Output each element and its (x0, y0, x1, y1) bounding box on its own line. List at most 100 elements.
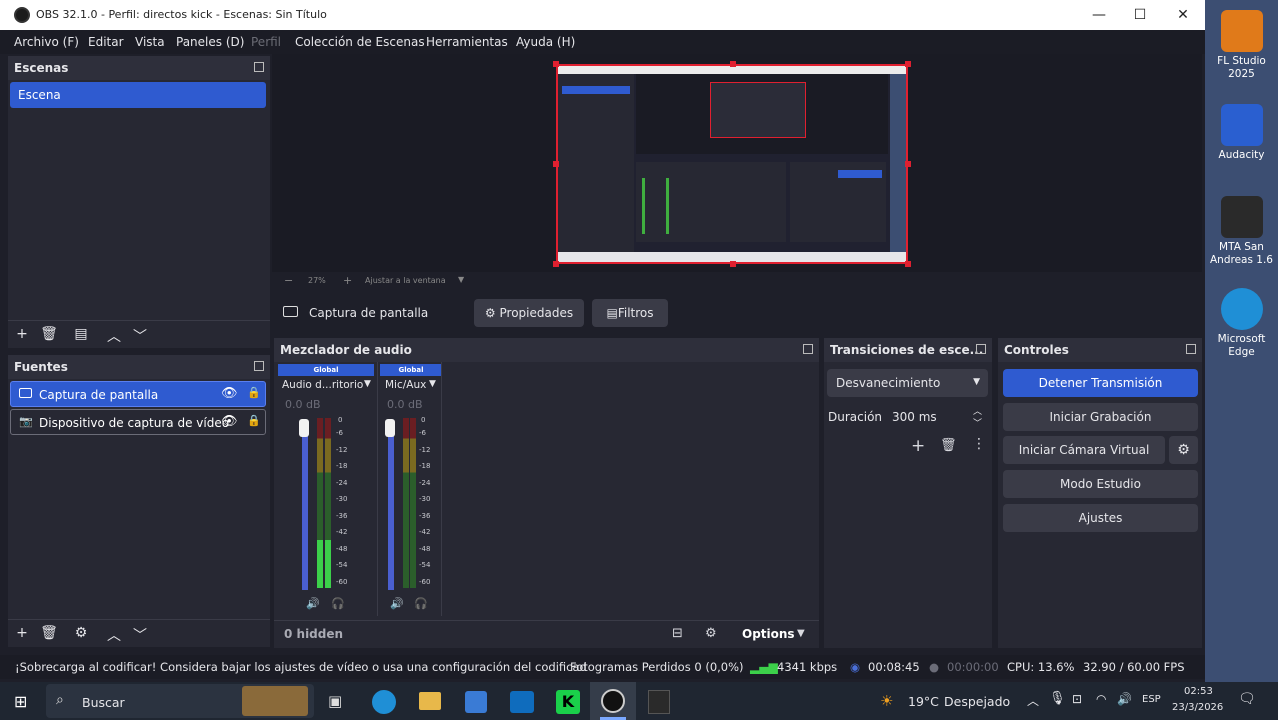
minimize-button[interactable]: — (1077, 0, 1121, 30)
windows-start-icon[interactable]: ⊞ (14, 692, 27, 711)
lock-icon[interactable]: 🔒 (247, 414, 261, 427)
menu-file[interactable]: Archivo (F) (14, 35, 79, 49)
weather-desc[interactable]: Despejado (944, 694, 1010, 709)
notifications-icon[interactable]: 🗨 (1238, 691, 1256, 707)
desktop-icon-edge[interactable]: Microsoft Edge (1205, 288, 1278, 359)
add-transition-icon[interactable]: + (911, 436, 925, 456)
volume-slider-track[interactable] (302, 430, 308, 590)
filters-scene-icon[interactable]: ▤ (72, 326, 90, 342)
properties-button[interactable]: ⚙ Propiedades (474, 299, 584, 327)
volume-icon[interactable]: 🔊 (1117, 692, 1132, 706)
add-source-icon[interactable]: + (13, 625, 31, 641)
desktop-icon-fl-studio[interactable]: FL Studio 2025 (1205, 10, 1278, 81)
add-scene-icon[interactable]: + (13, 326, 31, 342)
resize-handle[interactable] (905, 161, 911, 167)
menu-help[interactable]: Ayuda (H) (516, 35, 575, 49)
outlook-icon[interactable] (510, 691, 534, 713)
move-down-icon[interactable]: ﹀ (131, 326, 149, 346)
source-item-video-capture[interactable]: 📷 Dispositivo de captura de vídeo 👁 🔒 (10, 409, 266, 435)
menu-edit[interactable]: Editar (88, 35, 124, 49)
move-up-icon[interactable]: ︿ (105, 625, 123, 645)
layout-toggle-icon[interactable]: ⊟ (672, 626, 683, 641)
language-indicator[interactable]: ESP (1142, 694, 1161, 705)
channel-name[interactable]: Mic/Aux (385, 379, 426, 391)
menu-docks[interactable]: Paneles (D) (176, 35, 244, 49)
transition-select[interactable]: Desvanecimiento ▼ (827, 369, 988, 397)
scene-item[interactable]: Escena (10, 82, 266, 108)
lock-icon[interactable]: 🔒 (247, 386, 261, 399)
filters-button[interactable]: ▤Filtros (592, 299, 668, 327)
menu-profile[interactable]: Perfil (251, 35, 281, 49)
speaker-icon[interactable]: 🔊 (390, 597, 404, 610)
channel-name[interactable]: Audio d...ritorio (282, 379, 363, 391)
studio-mode-button[interactable]: Modo Estudio (1003, 470, 1198, 498)
stop-streaming-button[interactable]: Detener Transmisión (1003, 369, 1198, 397)
undock-icon[interactable] (254, 361, 264, 371)
undock-icon[interactable] (803, 344, 813, 354)
eye-icon[interactable]: 👁 (221, 386, 238, 401)
source-item-screen-capture[interactable]: Captura de pantalla 👁 🔒 (10, 381, 266, 407)
duration-input[interactable]: 300 ms ︿ ﹀ (884, 404, 988, 430)
menu-view[interactable]: Vista (135, 35, 165, 49)
maximize-button[interactable]: ☐ (1118, 0, 1162, 30)
stepper-down-icon[interactable]: ﹀ (973, 416, 982, 429)
task-view-icon[interactable]: ▣ (328, 692, 342, 710)
move-down-icon[interactable]: ﹀ (131, 625, 149, 645)
resize-handle[interactable] (905, 261, 911, 267)
fit-to-window[interactable]: Ajustar a la ventana (365, 276, 446, 285)
hidden-count[interactable]: 0 hidden (284, 627, 343, 641)
remove-source-icon[interactable]: 🗑 (40, 625, 58, 641)
kick-icon[interactable]: K (556, 690, 580, 714)
undock-icon[interactable] (254, 62, 264, 72)
undock-icon[interactable] (1186, 344, 1196, 354)
remove-transition-icon[interactable]: 🗑 (940, 438, 957, 453)
zoom-in-icon[interactable]: + (343, 274, 352, 287)
headphones-icon[interactable]: 🎧 (331, 597, 345, 610)
resize-handle[interactable] (730, 61, 736, 67)
tray-overflow-icon[interactable]: ︿ (1027, 692, 1039, 709)
resize-handle[interactable] (905, 61, 911, 67)
network-icon[interactable]: ⊡ (1072, 692, 1082, 706)
undock-icon[interactable] (976, 344, 986, 354)
clock-date[interactable]: 23/3/2026 (1172, 702, 1223, 713)
preview-screen-capture[interactable] (556, 64, 908, 264)
headphones-icon[interactable]: 🎧 (414, 597, 428, 610)
menu-tools[interactable]: Herramientas (426, 35, 508, 49)
search-box[interactable]: ⌕ Buscar (46, 684, 314, 718)
volume-slider-handle[interactable] (299, 419, 309, 437)
weather-temp[interactable]: 19°C (908, 694, 939, 709)
start-virtual-camera-button[interactable]: Iniciar Cámara Virtual (1003, 436, 1165, 464)
desktop-icon-mta[interactable]: MTA San Andreas 1.6 (1205, 196, 1278, 267)
volume-slider-track[interactable] (388, 430, 394, 590)
start-recording-button[interactable]: Iniciar Grabación (1003, 403, 1198, 431)
zoom-out-icon[interactable]: − (284, 274, 293, 287)
options-button[interactable]: Options (742, 627, 795, 641)
source-properties-icon[interactable]: ⚙ (72, 625, 90, 641)
wifi-icon[interactable]: ◠ (1096, 692, 1106, 706)
speaker-icon[interactable]: 🔊 (306, 597, 320, 610)
settings-button[interactable]: Ajustes (1003, 504, 1198, 532)
close-button[interactable]: ✕ (1161, 0, 1205, 30)
eye-icon[interactable]: 👁 (221, 414, 238, 429)
volume-slider-handle[interactable] (385, 419, 395, 437)
resize-handle[interactable] (730, 261, 736, 267)
chevron-down-icon[interactable]: ▼ (797, 628, 805, 639)
edge-taskbar-icon[interactable] (372, 690, 396, 714)
more-options-icon[interactable]: ⋮ (972, 436, 986, 452)
virtual-camera-settings-icon[interactable]: ⚙ (1169, 436, 1198, 464)
mta-taskbar-icon[interactable] (648, 690, 670, 714)
resize-handle[interactable] (553, 261, 559, 267)
clock-time[interactable]: 02:53 (1184, 686, 1213, 697)
resize-handle[interactable] (553, 161, 559, 167)
microphone-icon[interactable]: 🎙 (1049, 691, 1066, 706)
menu-scene-collection[interactable]: Colección de Escenas (295, 35, 425, 49)
file-explorer-icon[interactable] (419, 692, 441, 710)
obs-taskbar-item[interactable] (590, 682, 636, 720)
channel-menu-icon[interactable]: ▼ (429, 379, 436, 389)
resize-handle[interactable] (553, 61, 559, 67)
desktop-icon-audacity[interactable]: Audacity (1205, 104, 1278, 162)
channel-menu-icon[interactable]: ▼ (364, 379, 371, 389)
fit-dropdown-icon[interactable]: ▼ (458, 275, 464, 284)
advanced-audio-icon[interactable]: ⚙ (705, 626, 717, 641)
move-up-icon[interactable]: ︿ (105, 326, 123, 346)
